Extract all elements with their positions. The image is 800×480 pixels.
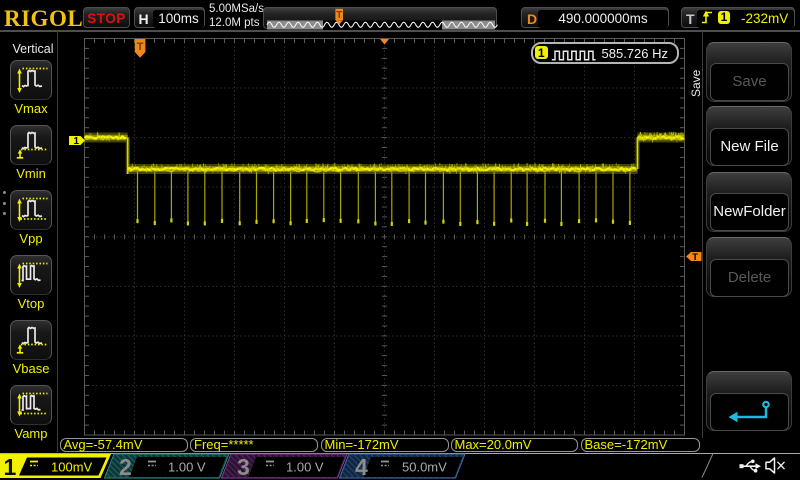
svg-text:100mV: 100mV — [51, 460, 93, 475]
svg-text:2: 2 — [119, 454, 132, 480]
svg-text:T: T — [692, 252, 698, 263]
svg-text:3: 3 — [237, 454, 250, 480]
svg-text:1.00 V: 1.00 V — [286, 460, 324, 475]
svg-text:T: T — [137, 41, 144, 53]
svg-text:1: 1 — [74, 136, 80, 147]
svg-text:T: T — [336, 10, 342, 21]
svg-text:1: 1 — [4, 454, 17, 480]
svg-text:50.0mV: 50.0mV — [402, 460, 447, 475]
svg-text:4: 4 — [355, 454, 368, 480]
svg-text:1.00 V: 1.00 V — [168, 460, 206, 475]
